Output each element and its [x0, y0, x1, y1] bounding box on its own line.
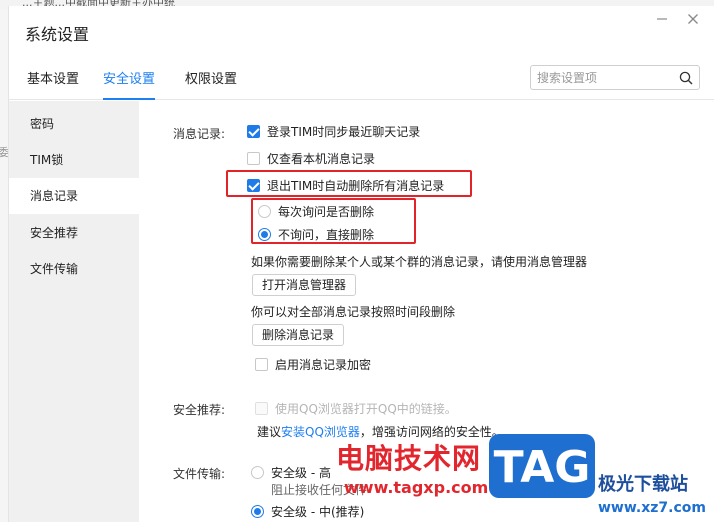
sidebar-item-tim-lock[interactable]: TIM锁: [9, 142, 139, 178]
highlight-box-auto-delete: [226, 170, 472, 197]
file-transfer-label: 文件传输:: [173, 467, 226, 481]
sync-recent-option[interactable]: 登录TIM时同步最近聊天记录: [247, 122, 420, 140]
view-local-only-option[interactable]: 仅查看本机消息记录: [247, 149, 375, 167]
settings-sidebar: 密码 TIM锁 消息记录 安全推荐 文件传输: [9, 101, 139, 522]
dialog-title: 系统设置: [25, 25, 90, 44]
view-local-only-checkbox[interactable]: [247, 151, 260, 165]
sidebar-item-password[interactable]: 密码: [9, 106, 139, 142]
close-icon: [688, 14, 698, 24]
delete-records-hint: 你可以对全部消息记录按照时间段删除: [251, 305, 456, 319]
delete-message-records-button[interactable]: 删除消息记录: [252, 324, 345, 346]
message-manager-hint: 如果你需要删除某个人或某个群的消息记录，请使用消息管理器: [251, 255, 588, 269]
watermark-right-text: 极光下载站: [598, 474, 688, 495]
watermark-url: www.tagxp.com: [344, 478, 489, 497]
tab-permission-settings[interactable]: 权限设置: [185, 68, 237, 100]
enable-encryption-label: 启用消息记录加密: [275, 357, 372, 372]
search-input[interactable]: [537, 70, 677, 86]
sidebar-item-file-transfer[interactable]: 文件传输: [9, 251, 139, 287]
minimize-icon: [657, 18, 667, 20]
sync-recent-label: 登录TIM时同步最近聊天记录: [267, 124, 421, 139]
background-app-left: 委: [0, 10, 9, 522]
level-high-label: 安全级 - 高: [271, 465, 331, 480]
security-recommend-label: 安全推荐:: [173, 403, 226, 417]
message-records-label: 消息记录:: [173, 127, 226, 141]
highlight-box-delete-mode: [251, 198, 416, 244]
minimize-button[interactable]: [654, 13, 670, 29]
level-high-radio[interactable]: [251, 465, 264, 479]
watermark-right-url: www.xz7.com: [598, 500, 706, 516]
open-message-manager-button[interactable]: 打开消息管理器: [252, 274, 357, 296]
use-qq-browser-option[interactable]: 使用QQ浏览器打开QQ中的链接。: [255, 399, 457, 417]
watermark-brand: 电脑技术网: [336, 442, 482, 475]
enable-encryption-checkbox[interactable]: [255, 357, 268, 371]
tab-security-settings[interactable]: 安全设置: [103, 68, 156, 100]
search-box: [530, 65, 700, 90]
level-mid-radio[interactable]: [251, 504, 264, 518]
sidebar-item-message-records[interactable]: 消息记录: [9, 178, 139, 214]
sync-recent-checkbox[interactable]: [247, 124, 260, 138]
use-qq-browser-label: 使用QQ浏览器打开QQ中的链接。: [275, 401, 457, 416]
search-icon[interactable]: [679, 71, 693, 85]
tab-basic-settings[interactable]: 基本设置: [27, 68, 79, 100]
close-button[interactable]: [685, 13, 701, 29]
watermark-tag-logo: TAG: [489, 434, 595, 498]
level-mid-option[interactable]: 安全级 - 中(推荐): [251, 502, 364, 520]
sidebar-item-security-recommend[interactable]: 安全推荐: [9, 215, 139, 251]
suggest-prefix: 建议: [257, 425, 282, 439]
view-local-only-label: 仅查看本机消息记录: [267, 151, 376, 166]
level-high-option[interactable]: 安全级 - 高: [251, 463, 331, 481]
enable-encryption-option[interactable]: 启用消息记录加密: [255, 355, 371, 373]
use-qq-browser-checkbox[interactable]: [255, 401, 268, 415]
level-mid-label: 安全级 - 中(推荐): [271, 504, 365, 519]
watermark-tag-text: TAG: [494, 442, 591, 493]
watermark-right-brand: 极光下载站 www.xz7.com: [598, 470, 706, 517]
